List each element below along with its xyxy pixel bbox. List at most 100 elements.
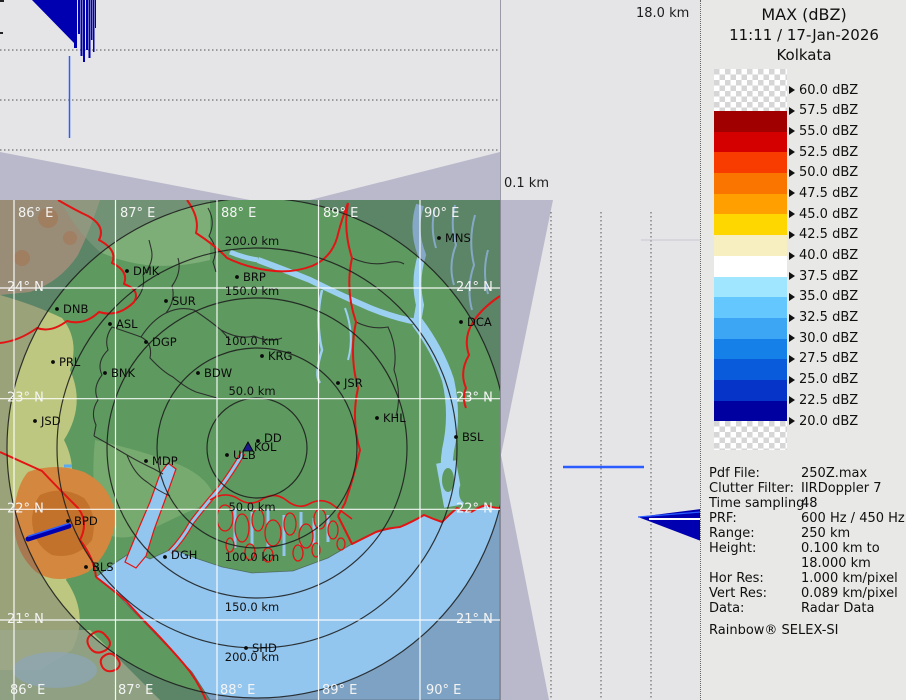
colorbar-tick: 42.5 dBZ bbox=[789, 227, 858, 243]
city-label: KHL bbox=[383, 411, 406, 425]
city-label: ASL bbox=[116, 317, 138, 331]
lat-label-left: 24° N bbox=[7, 280, 44, 295]
city-label: DGH bbox=[171, 548, 197, 562]
tick-label: 30.0 dBZ bbox=[799, 330, 859, 346]
tick-label: 50.0 dBZ bbox=[799, 165, 859, 181]
metadata-label: Pdf File: bbox=[709, 466, 760, 481]
metadata-value: 18.000 km bbox=[801, 556, 871, 571]
colorbar-band bbox=[714, 131, 787, 153]
colorbar-tick: 40.0 dBZ bbox=[789, 248, 858, 264]
metadata-row: Height: 0.100 km to bbox=[709, 541, 905, 556]
top-projection-plot bbox=[0, 0, 500, 200]
range-ring-label: 150.0 km bbox=[225, 600, 279, 614]
colorbar-tick: 25.0 dBZ bbox=[789, 372, 858, 388]
city-dot bbox=[235, 275, 239, 279]
metadata-label: Height: bbox=[709, 541, 757, 556]
tick-arrow-icon bbox=[789, 292, 795, 301]
metadata-label: Vert Res: bbox=[709, 586, 768, 601]
metadata-value: 600 Hz / 450 Hz bbox=[801, 511, 905, 526]
tick-arrow-icon bbox=[789, 168, 795, 177]
city-label: PRL bbox=[59, 355, 81, 369]
metadata-row: Range: 250 km bbox=[709, 526, 905, 541]
tick-arrow-icon bbox=[789, 210, 795, 219]
city-dot bbox=[375, 416, 379, 420]
tick-label: 22.5 dBZ bbox=[799, 392, 859, 408]
colorbar-tick: 37.5 dBZ bbox=[789, 268, 858, 284]
tick-arrow-icon bbox=[789, 354, 795, 363]
metadata-row: Clutter Filter: IIRDoppler 7 bbox=[709, 481, 905, 496]
city-dot bbox=[454, 435, 458, 439]
range-ring-label: 50.0 km bbox=[228, 500, 275, 514]
colorbar bbox=[714, 69, 787, 450]
tick-label: 42.5 dBZ bbox=[799, 227, 859, 243]
colorbar-tick: 35.0 dBZ bbox=[789, 289, 858, 305]
city-dot bbox=[33, 419, 37, 423]
colorbar-tick: 50.0 dBZ bbox=[789, 165, 858, 181]
metadata-value: 0.089 km/pixel bbox=[801, 586, 898, 601]
colorbar-tick: 52.5 dBZ bbox=[789, 144, 858, 160]
metadata-value: 0.100 km to bbox=[801, 541, 880, 556]
tick-arrow-icon bbox=[789, 106, 795, 115]
tick-label: 20.0 dBZ bbox=[799, 413, 859, 429]
metadata-label: PRF: bbox=[709, 511, 737, 526]
blind-zone-wedge-top bbox=[501, 200, 553, 455]
metadata-value: 1.000 km/pixel bbox=[801, 571, 898, 586]
blind-zone-wedge-right bbox=[310, 152, 500, 200]
colorbar-tick: 60.0 dBZ bbox=[789, 82, 858, 98]
radar-map[interactable]: 86° E 86° E 87° E 87° E 88° E 88° E 89° E 89° E… bbox=[0, 200, 500, 700]
colorbar-band bbox=[714, 379, 787, 401]
lat-label-right: 21° N bbox=[456, 612, 493, 627]
colorbar-band bbox=[714, 235, 787, 256]
tick-label: 55.0 dBZ bbox=[799, 123, 859, 139]
height-axis-min-label: 0.1 km bbox=[504, 176, 549, 191]
height-axis-max-label: 18.0 km bbox=[636, 6, 690, 21]
blind-zone-wedge-left bbox=[0, 152, 250, 200]
colorbar-checker-above-max bbox=[714, 69, 787, 111]
tick-arrow-icon bbox=[789, 127, 795, 136]
tick-label: 60.0 dBZ bbox=[799, 82, 859, 98]
city-label: DGP bbox=[152, 335, 177, 349]
lon-label-bottom: 87° E bbox=[118, 683, 153, 698]
tick-arrow-icon bbox=[789, 230, 795, 239]
city-dot bbox=[163, 555, 167, 559]
city-label: MNS bbox=[445, 231, 471, 245]
colorbar-tick: 27.5 dBZ bbox=[789, 351, 858, 367]
colorbar-tick: 32.5 dBZ bbox=[789, 310, 858, 326]
colorbar-band bbox=[714, 338, 787, 360]
lon-label-bottom: 89° E bbox=[322, 683, 357, 698]
height-gridlines bbox=[0, 49, 500, 151]
legend-station: Kolkata bbox=[776, 46, 832, 64]
tick-label: 52.5 dBZ bbox=[799, 144, 859, 160]
metadata-value: Radar Data bbox=[801, 601, 875, 616]
metadata-row: PRF: 600 Hz / 450 Hz bbox=[709, 511, 905, 526]
city-dot bbox=[108, 322, 112, 326]
city-dot bbox=[144, 459, 148, 463]
metadata-label: Clutter Filter: bbox=[709, 481, 794, 496]
tick-label: 25.0 dBZ bbox=[799, 372, 859, 388]
city-dot bbox=[164, 299, 168, 303]
tick-label: 57.5 dBZ bbox=[799, 103, 859, 119]
colorbar-tick: 45.0 dBZ bbox=[789, 206, 858, 222]
city-label: BRP bbox=[243, 270, 266, 284]
colorbar-tick: 57.5 dBZ bbox=[789, 103, 858, 119]
lat-label-left: 22° N bbox=[7, 501, 44, 516]
city-dot bbox=[51, 360, 55, 364]
city-label: JSR bbox=[343, 376, 363, 390]
colorbar-band bbox=[714, 359, 787, 380]
colorbar-band bbox=[714, 400, 787, 422]
range-ring-label: 100.0 km bbox=[225, 550, 279, 564]
city-dot bbox=[244, 646, 248, 650]
tick-arrow-icon bbox=[789, 251, 795, 260]
city-label: MDP bbox=[152, 454, 178, 468]
metadata-value: 250Z.max bbox=[801, 466, 868, 481]
lat-label-left: 21° N bbox=[7, 612, 44, 627]
tick-label: 40.0 dBZ bbox=[799, 248, 859, 264]
right-projection-plot bbox=[501, 200, 701, 700]
map-panel[interactable]: 86° E 86° E 87° E 87° E 88° E 88° E 89° E 89° E… bbox=[0, 200, 500, 700]
axis-ticks bbox=[0, 0, 4, 34]
city-label: SUR bbox=[172, 294, 196, 308]
city-label: BDW bbox=[204, 366, 232, 380]
radar-app-window: 18.0 km 0.1 km 86° E 86° E 87° E 87° E 8… bbox=[0, 0, 906, 700]
product-metadata: Pdf File: 250Z.max Clutter Filter: IIRDoppl… bbox=[709, 466, 905, 638]
city-label: BPD bbox=[74, 514, 98, 528]
